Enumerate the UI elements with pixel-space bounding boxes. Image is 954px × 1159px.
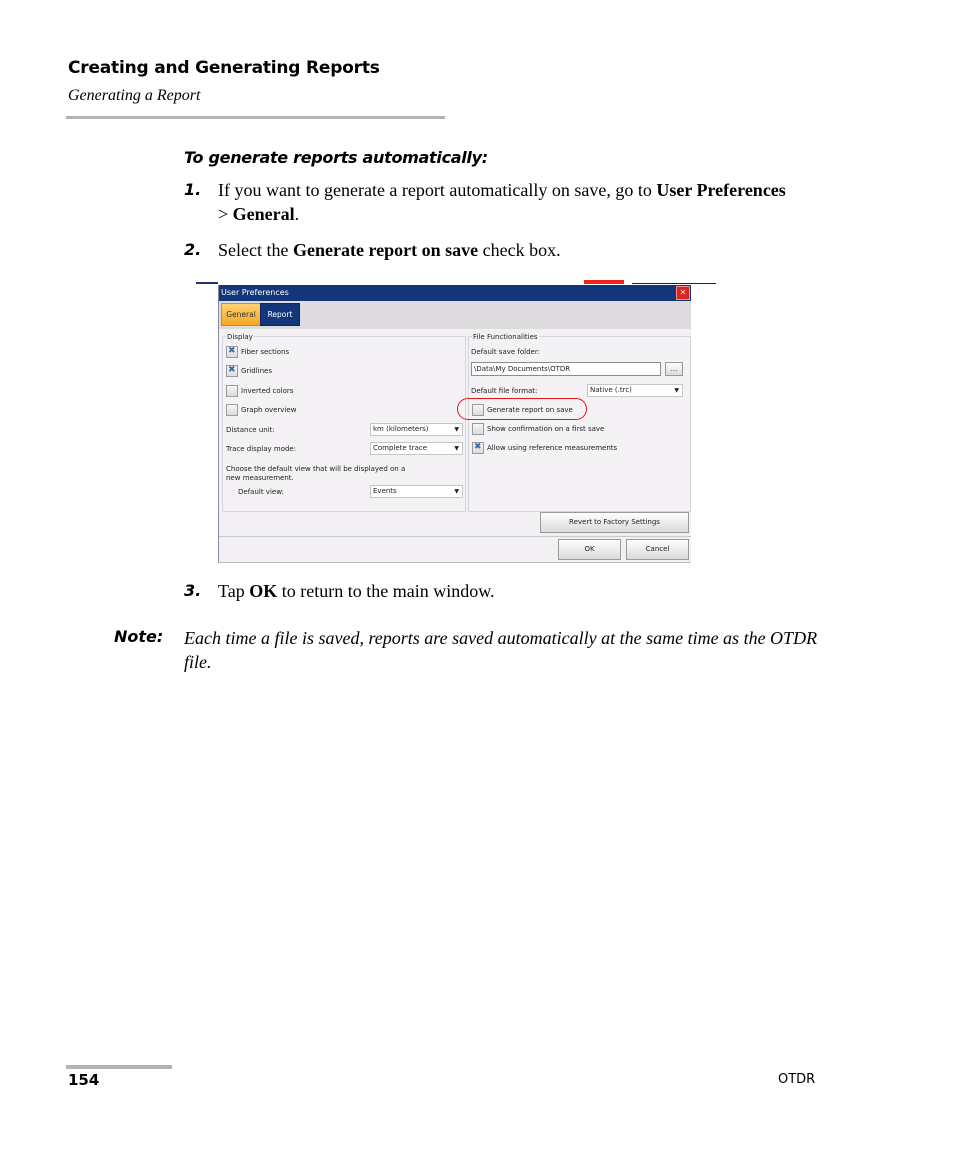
- ui-reference: OK: [249, 581, 278, 601]
- step-text: If you want to generate a report automat…: [218, 180, 657, 200]
- file-format-select[interactable]: Native (.trc) ▼: [587, 384, 683, 397]
- footer-divider: [66, 1065, 172, 1069]
- dropdown-arrow-icon: ▼: [454, 445, 459, 452]
- default-view-hint: Choose the default view that will be dis…: [226, 465, 406, 482]
- section-title: Generating a Report: [68, 87, 201, 104]
- revert-factory-settings-button[interactable]: Revert to Factory Settings: [540, 512, 689, 533]
- file-format-value: Native (.trc): [590, 386, 632, 394]
- step-number: 1.: [184, 180, 202, 199]
- save-folder-input[interactable]: \Data\My Documents\OTDR: [471, 362, 661, 376]
- gridlines-checkbox[interactable]: [226, 365, 238, 377]
- dialog-titlebar: User Preferences ✕: [219, 285, 691, 301]
- default-view-select[interactable]: Events ▼: [370, 485, 463, 498]
- dropdown-arrow-icon: ▼: [454, 426, 459, 433]
- tab-bar: General Report: [219, 301, 691, 329]
- file-functionalities-group: File Functionalities Default save folder…: [468, 333, 691, 512]
- step-text: check box.: [478, 240, 561, 260]
- menu-separator: >: [218, 204, 233, 224]
- file-format-label: Default file format:: [471, 387, 538, 395]
- default-view-label: Default view:: [238, 488, 284, 496]
- step-text: Select the: [218, 240, 293, 260]
- step-number: 2.: [184, 240, 202, 259]
- chapter-title: Creating and Generating Reports: [68, 58, 380, 78]
- procedure-title: To generate reports automatically:: [184, 148, 488, 167]
- graph-overview-label: Graph overview: [241, 406, 297, 414]
- display-group: Display Fiber sections Gridlines Inverte…: [222, 333, 466, 512]
- save-folder-label: Default save folder:: [471, 348, 540, 356]
- dropdown-arrow-icon: ▼: [454, 488, 459, 495]
- step-number: 3.: [184, 581, 202, 600]
- gridlines-label: Gridlines: [241, 367, 272, 375]
- background-fragment: [584, 280, 624, 284]
- trace-mode-label: Trace display mode:: [226, 445, 297, 453]
- ok-button[interactable]: OK: [558, 539, 621, 560]
- step-text: Tap: [218, 581, 250, 601]
- ui-reference: User Preferences: [656, 180, 786, 200]
- ui-reference: Generate report on save: [292, 240, 479, 260]
- fiber-sections-checkbox[interactable]: [226, 346, 238, 358]
- header-divider: [66, 116, 445, 119]
- graph-overview-checkbox[interactable]: [226, 404, 238, 416]
- browse-folder-button[interactable]: ...: [665, 362, 683, 376]
- trace-mode-select[interactable]: Complete trace ▼: [370, 442, 463, 455]
- close-icon[interactable]: ✕: [676, 286, 690, 300]
- inverted-colors-label: Inverted colors: [241, 387, 294, 395]
- distance-unit-select[interactable]: km (kilometers) ▼: [370, 423, 463, 436]
- page-number: 154: [68, 1071, 100, 1089]
- step-text: to return to the main window.: [277, 581, 495, 601]
- trace-mode-value: Complete trace: [373, 444, 428, 452]
- ui-reference: General: [232, 204, 295, 224]
- footer-product-name: OTDR: [778, 1072, 816, 1087]
- inverted-colors-checkbox[interactable]: [226, 385, 238, 397]
- note-text: Each time a file is saved, reports are s…: [184, 628, 818, 672]
- dialog-title: User Preferences: [221, 288, 289, 297]
- step-text: .: [294, 204, 300, 224]
- background-fragment: [632, 283, 716, 284]
- step-1-text: If you want to generate a report automat…: [218, 178, 798, 226]
- allow-reference-label: Allow using reference measurements: [487, 444, 618, 452]
- tab-general[interactable]: General: [221, 303, 261, 326]
- step-3-text: Tap OK to return to the main window.: [218, 579, 495, 603]
- show-confirmation-label: Show confirmation on a first save: [487, 425, 605, 433]
- fiber-sections-label: Fiber sections: [241, 348, 290, 356]
- display-group-label: Display: [226, 333, 254, 341]
- dialog-separator: [219, 536, 691, 537]
- dropdown-arrow-icon: ▼: [674, 387, 679, 394]
- allow-reference-checkbox[interactable]: [472, 442, 484, 454]
- tab-report[interactable]: Report: [260, 303, 300, 326]
- user-preferences-screenshot: User Preferences ✕ General Report Displa…: [196, 280, 716, 564]
- show-confirmation-checkbox[interactable]: [472, 423, 484, 435]
- background-fragment: [196, 282, 218, 284]
- user-preferences-dialog: User Preferences ✕ General Report Displa…: [218, 285, 691, 563]
- distance-unit-value: km (kilometers): [373, 425, 429, 433]
- cancel-button[interactable]: Cancel: [626, 539, 689, 560]
- note-label: Note:: [114, 627, 164, 646]
- file-group-label: File Functionalities: [472, 333, 539, 341]
- default-view-value: Events: [373, 487, 397, 495]
- step-2-text: Select the Generate report on save check…: [218, 238, 561, 262]
- distance-unit-label: Distance unit:: [226, 426, 275, 434]
- highlight-circle: [457, 398, 587, 420]
